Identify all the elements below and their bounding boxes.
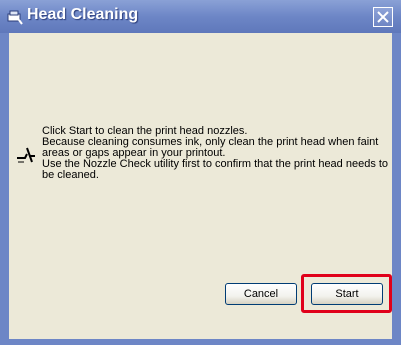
title-bar[interactable]: Head Cleaning: [0, 0, 401, 33]
start-button-highlight: [301, 274, 392, 313]
close-button[interactable]: [373, 7, 393, 27]
close-icon: [377, 11, 389, 23]
head-cleaning-dialog: Head Cleaning Click Start to clean the p…: [0, 0, 401, 345]
window-frame-bottom: [0, 339, 401, 345]
printer-head-icon: [6, 8, 24, 26]
nozzle-icon: [15, 144, 39, 166]
instruction-text: Click Start to clean the print head nozz…: [42, 126, 388, 181]
message-line: be cleaned.: [42, 169, 99, 181]
cancel-button[interactable]: Cancel: [225, 283, 297, 305]
window-frame-right: [392, 33, 401, 345]
window-frame-left: [0, 33, 9, 345]
window-title: Head Cleaning: [27, 6, 139, 23]
